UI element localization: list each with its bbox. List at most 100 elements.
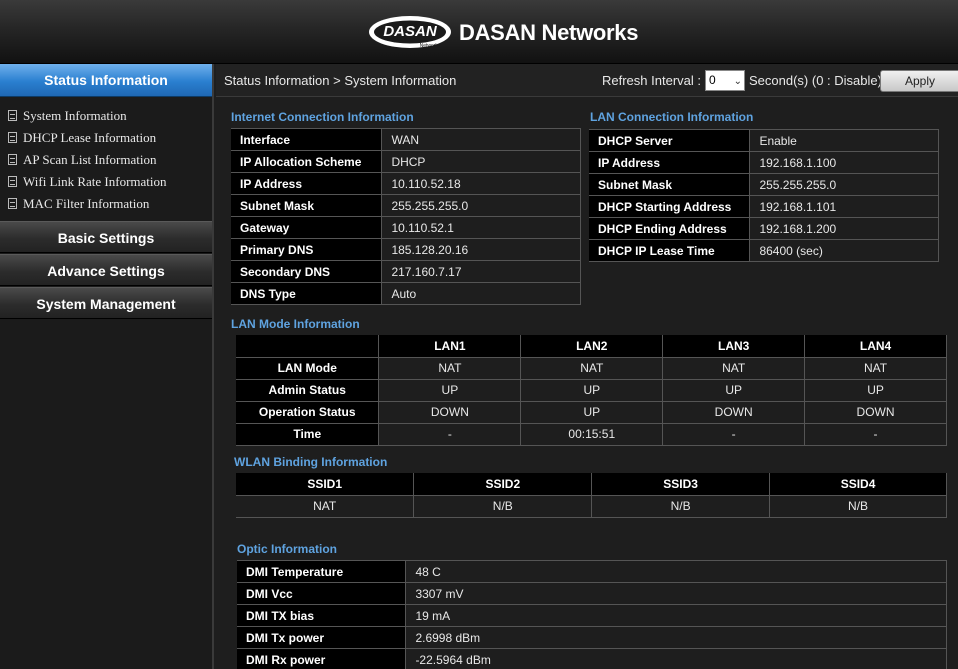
document-icon [8, 154, 17, 165]
sidebar-system-management[interactable]: System Management [0, 287, 212, 319]
sidebar: Status Information System Information DH… [0, 64, 214, 669]
internet-row-interface: Interface WAN [231, 128, 581, 151]
internet-connection-table: Interface WAN IP Allocation Scheme DHCP IP A… [231, 128, 581, 305]
sidebar-item-system-information[interactable]: System Information [0, 105, 212, 127]
optic-label: DMI Rx power [237, 648, 407, 669]
optic-info-title: Optic Information [237, 542, 337, 556]
wlan-binding-cell: NAT [236, 495, 415, 518]
lan-mode-col-lan4: LAN4 [804, 335, 947, 358]
sidebar-item-ap-scan-list[interactable]: AP Scan List Information [0, 149, 212, 171]
internet-label: DNS Type [231, 282, 383, 305]
lan-value: 192.168.1.100 [749, 151, 939, 174]
lan-mode-row-lan-mode: LAN Mode NAT NAT NAT NAT [236, 357, 947, 380]
optic-row-dmi-temperature: DMI Temperature 48 C [237, 560, 947, 583]
lan-mode-col-lan3: LAN3 [662, 335, 806, 358]
lan-mode-row-operation-status: Operation Status DOWN UP DOWN DOWN [236, 401, 947, 424]
lan-mode-cell: DOWN [662, 401, 806, 424]
internet-row-secondary-dns: Secondary DNS 217.160.7.17 [231, 260, 581, 283]
document-icon [8, 198, 17, 209]
wlan-col-ssid2: SSID2 [413, 473, 593, 496]
internet-value: 10.110.52.1 [381, 216, 581, 239]
lan-value: 255.255.255.0 [749, 173, 939, 196]
lan-connection-table: DHCP Server Enable IP Address 192.168.1.100… [589, 129, 939, 262]
wlan-binding-title: WLAN Binding Information [234, 455, 388, 469]
lan-mode-row-label: LAN Mode [236, 357, 380, 380]
sidebar-status-information[interactable]: Status Information [0, 64, 212, 97]
optic-value: 48 C [405, 560, 947, 583]
optic-value: 3307 mV [405, 582, 947, 605]
sidebar-item-mac-filter[interactable]: MAC Filter Information [0, 193, 212, 215]
internet-label: Primary DNS [231, 238, 383, 261]
internet-connection-title: Internet Connection Information [231, 110, 414, 124]
internet-value: WAN [381, 128, 581, 151]
lan-label: IP Address [589, 151, 751, 174]
lan-mode-cell: NAT [804, 357, 947, 380]
apply-button[interactable]: Apply [880, 70, 958, 92]
sidebar-basic-settings[interactable]: Basic Settings [0, 221, 212, 253]
lan-value: Enable [749, 129, 939, 152]
lan-mode-corner [236, 335, 380, 358]
lan-mode-row-label: Operation Status [236, 401, 380, 424]
optic-label: DMI Tx power [237, 626, 407, 649]
internet-row-subnet-mask: Subnet Mask 255.255.255.0 [231, 194, 581, 217]
internet-value: 217.160.7.17 [381, 260, 581, 283]
lan-mode-cell: UP [804, 379, 947, 402]
refresh-interval-select[interactable]: 0 ⌄ [705, 70, 745, 91]
optic-row-dmi-vcc: DMI Vcc 3307 mV [237, 582, 947, 605]
lan-mode-cell: NAT [662, 357, 806, 380]
lan-row-dhcp-server: DHCP Server Enable [589, 129, 939, 152]
lan-mode-title: LAN Mode Information [231, 317, 360, 331]
optic-value: 19 mA [405, 604, 947, 627]
svg-text:Networks: Networks [420, 43, 441, 49]
lan-label: Subnet Mask [589, 173, 751, 196]
optic-label: DMI Temperature [237, 560, 407, 583]
lan-row-subnet-mask: Subnet Mask 255.255.255.0 [589, 173, 939, 196]
internet-value: Auto [381, 282, 581, 305]
refresh-interval-label: Refresh Interval : [602, 73, 701, 88]
lan-connection-title: LAN Connection Information [590, 110, 754, 124]
internet-value: 10.110.52.18 [381, 172, 581, 195]
dasan-logo-icon: DASAN Networks [369, 16, 451, 49]
lan-label: DHCP Ending Address [589, 217, 751, 240]
lan-label: DHCP Starting Address [589, 195, 751, 218]
lan-mode-cell: DOWN [378, 401, 522, 424]
optic-label: DMI TX bias [237, 604, 407, 627]
internet-label: Secondary DNS [231, 260, 383, 283]
lan-mode-col-lan2: LAN2 [520, 335, 664, 358]
optic-value: -22.5964 dBm [405, 648, 947, 669]
wlan-binding-cell: N/B [413, 495, 593, 518]
optic-row-dmi-tx-bias: DMI TX bias 19 mA [237, 604, 947, 627]
lan-mode-cell: DOWN [804, 401, 947, 424]
internet-value: 255.255.255.0 [381, 194, 581, 217]
lan-mode-row-admin-status: Admin Status UP UP UP UP [236, 379, 947, 402]
svg-text:DASAN: DASAN [383, 23, 438, 40]
header-bar: DASAN Networks DASAN Networks [0, 0, 958, 64]
lan-value: 192.168.1.101 [749, 195, 939, 218]
internet-label: Subnet Mask [231, 194, 383, 217]
optic-value: 2.6998 dBm [405, 626, 947, 649]
wlan-col-ssid4: SSID4 [769, 473, 947, 496]
lan-row-dhcp-ip-lease-time: DHCP IP Lease Time 86400 (sec) [589, 239, 939, 262]
lan-label: DHCP Server [589, 129, 751, 152]
status-submenu: System Information DHCP Lease Informatio… [0, 97, 212, 221]
lan-mode-cell: 00:15:51 [520, 423, 664, 446]
internet-label: Gateway [231, 216, 383, 239]
lan-value: 192.168.1.200 [749, 217, 939, 240]
internet-label: IP Allocation Scheme [231, 150, 383, 173]
optic-row-dmi-rx-power: DMI Rx power -22.5964 dBm [237, 648, 947, 669]
lan-mode-cell: UP [520, 379, 664, 402]
internet-row-ip-address: IP Address 10.110.52.18 [231, 172, 581, 195]
wlan-col-ssid3: SSID3 [591, 473, 771, 496]
wlan-binding-row: NAT N/B N/B N/B [236, 495, 947, 518]
internet-row-primary-dns: Primary DNS 185.128.20.16 [231, 238, 581, 261]
internet-row-gateway: Gateway 10.110.52.1 [231, 216, 581, 239]
sidebar-item-wifi-link-rate[interactable]: Wifi Link Rate Information [0, 171, 212, 193]
lan-mode-table: LAN1 LAN2 LAN3 LAN4 LAN Mode NAT NAT NAT NAT Adm… [236, 335, 947, 446]
wlan-binding-cell: N/B [591, 495, 771, 518]
sidebar-advance-settings[interactable]: Advance Settings [0, 254, 212, 286]
internet-value: 185.128.20.16 [381, 238, 581, 261]
sidebar-item-dhcp-lease[interactable]: DHCP Lease Information [0, 127, 212, 149]
lan-mode-cell: UP [378, 379, 522, 402]
internet-row-ip-allocation-scheme: IP Allocation Scheme DHCP [231, 150, 581, 173]
lan-mode-cell: - [662, 423, 806, 446]
